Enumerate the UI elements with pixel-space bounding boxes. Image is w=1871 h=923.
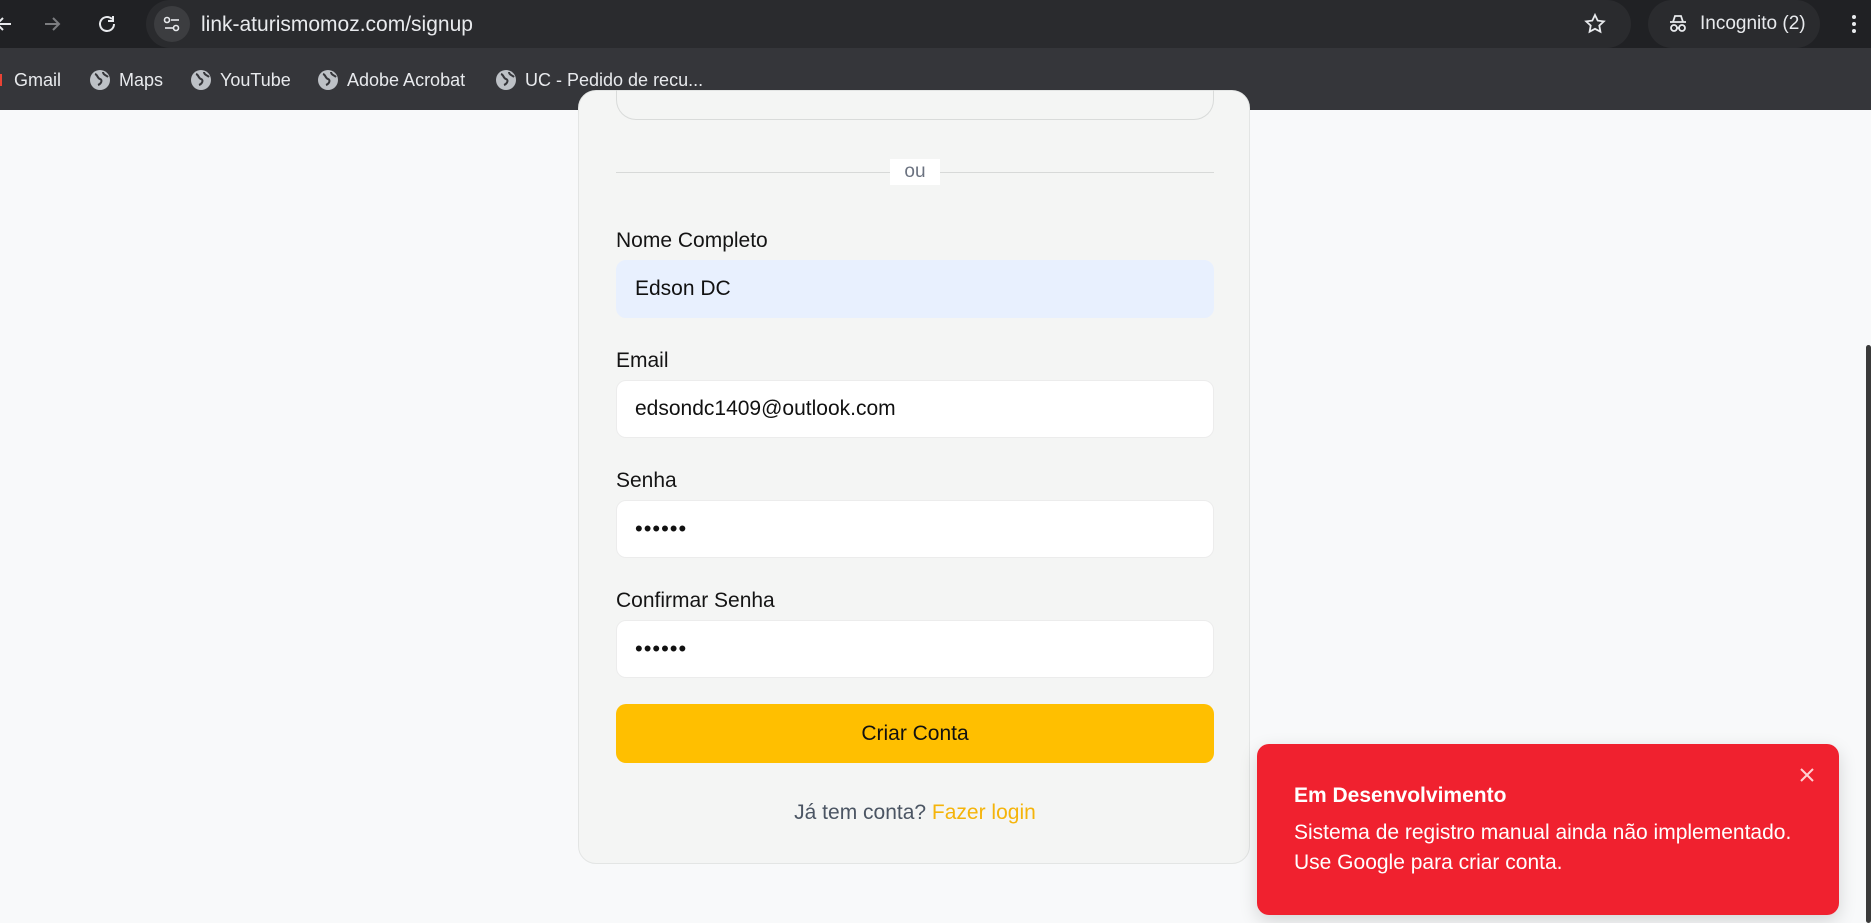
- globe-icon: [496, 70, 516, 90]
- back-icon[interactable]: [0, 12, 16, 36]
- create-account-button[interactable]: Criar Conta: [616, 704, 1214, 763]
- reload-icon[interactable]: [95, 12, 119, 36]
- globe-icon: [191, 70, 211, 90]
- toast-message: Sistema de registro manual ainda não imp…: [1294, 821, 1792, 874]
- email-field[interactable]: edsondc1409@outlook.com: [616, 380, 1214, 438]
- bookmark-label: Adobe Acrobat: [347, 69, 466, 90]
- page-scrollbar[interactable]: [1866, 345, 1871, 923]
- globe-icon: [90, 70, 110, 90]
- toast-title: Em Desenvolvimento: [1294, 784, 1507, 807]
- bookmark-uc-pedido[interactable]: UC - Pedido de recu...: [495, 68, 703, 92]
- bookmark-maps[interactable]: Maps: [89, 68, 163, 92]
- error-toast: Em Desenvolvimento Sistema de registro m…: [1257, 744, 1839, 915]
- name-label: Nome Completo: [616, 229, 768, 252]
- gmail-icon: [0, 74, 2, 86]
- bookmark-label: Gmail: [14, 69, 62, 90]
- signin-prompt: Já tem conta?: [794, 801, 927, 824]
- password-field[interactable]: ••••••: [616, 500, 1214, 558]
- globe-icon: [318, 70, 338, 90]
- incognito-badge[interactable]: Incognito (2): [1648, 0, 1820, 48]
- incognito-icon: [1666, 12, 1690, 41]
- browser-toolbar: link-aturismomoz.com/signup Incognito (2…: [0, 0, 1871, 48]
- bookmark-adobe-acrobat[interactable]: Adobe Acrobat: [317, 68, 465, 92]
- signin-link[interactable]: Fazer login: [932, 801, 1036, 824]
- site-info-icon[interactable]: [154, 6, 190, 42]
- divider-text: ou: [890, 159, 940, 185]
- incognito-label: Incognito (2): [1700, 13, 1806, 34]
- email-label: Email: [616, 349, 669, 372]
- google-signin-button[interactable]: [616, 90, 1214, 120]
- signin-prompt-line: Já tem conta? Fazer login: [616, 801, 1214, 825]
- close-icon[interactable]: [1796, 764, 1818, 786]
- confirm-password-label: Confirmar Senha: [616, 589, 775, 612]
- bookmark-youtube[interactable]: YouTube: [190, 68, 291, 92]
- browser-menu-icon[interactable]: [1842, 12, 1866, 36]
- url-text[interactable]: link-aturismomoz.com/signup: [201, 13, 473, 37]
- confirm-password-field[interactable]: ••••••: [616, 620, 1214, 678]
- bookmark-label: UC - Pedido de recu...: [525, 69, 704, 90]
- bookmark-star-icon[interactable]: [1583, 12, 1607, 36]
- address-bar[interactable]: link-aturismomoz.com/signup: [146, 0, 1631, 48]
- bookmark-label: Maps: [119, 69, 164, 90]
- name-field[interactable]: Edson DC: [616, 260, 1214, 318]
- password-label: Senha: [616, 469, 677, 492]
- bookmark-gmail[interactable]: Gmail: [0, 68, 61, 92]
- bookmark-label: YouTube: [220, 69, 291, 90]
- forward-icon[interactable]: [40, 12, 64, 36]
